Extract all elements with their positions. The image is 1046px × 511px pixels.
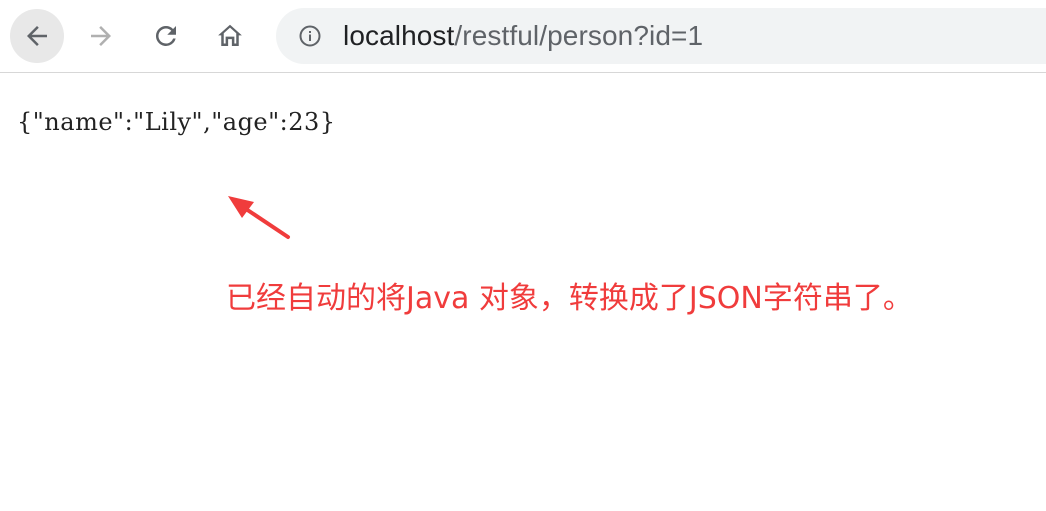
reload-icon: [155, 25, 176, 46]
annotation-arrow: [228, 196, 290, 239]
url-text[interactable]: localhost/restful/person?id=1: [343, 20, 703, 52]
forward-button[interactable]: [74, 9, 128, 63]
home-icon: [218, 24, 242, 46]
json-response-text: {"name":"Lily","age":23}: [17, 108, 336, 136]
url-path: /restful/person?id=1: [454, 20, 704, 51]
back-button[interactable]: [10, 9, 64, 63]
url-host: localhost: [343, 20, 455, 51]
annotation-text: 已经自动的将Java 对象，转换成了JSON字符串了。: [226, 281, 913, 316]
home-button[interactable]: [203, 9, 257, 63]
address-bar[interactable]: localhost/restful/person?id=1: [276, 8, 1046, 64]
info-circle-icon[interactable]: [298, 24, 322, 48]
reload-button[interactable]: [139, 9, 193, 63]
browser-toolbar: localhost/restful/person?id=1: [0, 0, 1046, 73]
arrow-left-icon: [27, 26, 47, 46]
arrow-right-icon: [91, 26, 111, 46]
